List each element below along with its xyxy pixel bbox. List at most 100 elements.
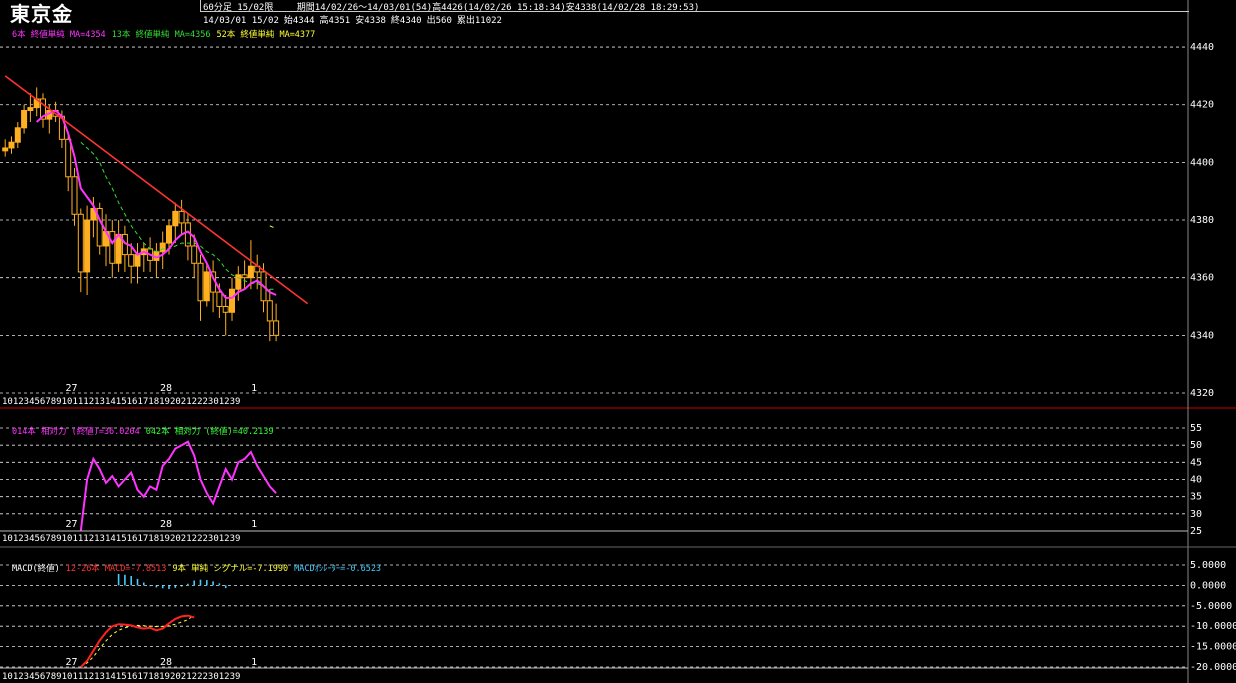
date-label: 28 [160,657,172,668]
candle-body [128,254,135,267]
y-tick-label: 4420 [1190,100,1214,111]
candle-body [115,233,122,264]
y-tick-label: 4360 [1190,273,1214,284]
candle-body [14,127,21,143]
y-tick-label: 35 [1190,492,1202,503]
osc-bar [117,573,120,586]
candle-body [266,300,273,322]
y-tick-label: 5.0000 [1190,560,1226,571]
date-label: 27 [65,657,77,668]
y-tick-label: 4320 [1190,388,1214,399]
osc-bar [155,585,158,588]
candle-body [222,306,229,313]
price-legend: 6本 終値単純 MA=4354 13本 終値単純 MA=4356 52本 終値単純 … [12,28,321,40]
osc-bar [136,578,139,586]
chart-canvas: 4320 4340 4360 4380 4400 4420 4440 25 30 35 40 45 50… [0,0,1236,683]
macd-line-legend: 12-26本 MACD=-7.8513 [65,564,167,574]
osc-bar [218,583,221,586]
y-tick-label: -20.0000 [1190,662,1236,673]
ma52-line [269,225,277,230]
osc-bar [149,585,151,587]
y-tick-label: 45 [1190,457,1202,468]
date-label: 27 [65,519,77,530]
timeframe-label: 60分足 15/02限 [203,3,274,13]
y-tick-label: 25 [1190,526,1202,537]
candle-body [273,320,280,336]
osc-bar [193,580,195,586]
osc-bar [180,585,183,587]
y-tick-label: 4340 [1190,330,1214,341]
candle-body [159,242,166,253]
hour-tick-label: 1012345678910111213141516171819202122230… [2,534,240,544]
signal-line [80,614,195,668]
candle-body [172,210,179,227]
candle-body [178,210,185,224]
macd-legend: MACD(終値) 12-26本 MACD=-7.8513 9本 単純 シグナル=-7… [12,562,387,574]
hour-tick-label: 1012345678910111213141516171819202122230… [2,672,240,682]
candle-body [134,254,141,267]
y-tick-label: 4380 [1190,215,1214,226]
candle-body [229,288,235,313]
cum-volume-value: 累出11022 [456,16,502,26]
y-tick-label: -5.0000 [1190,601,1232,612]
y-tick-label: -15.0000 [1190,642,1236,653]
hour-tick-label: 1012345678910111213141516171819202122230… [2,397,240,407]
ma13-legend: 13本 終値単純 MA=4356 [111,30,211,40]
date-label: 1 [251,519,257,530]
rsi14-line [79,440,277,532]
candle-body [241,274,248,279]
volume-value: 出560 [426,16,452,26]
rsi14-legend: 014本 相対力 (終値)=36.0204 [12,427,140,437]
rsi-legend: 014本 相対力 (終値)=36.0204 042本 相対力 (終値)=40.21… [12,425,280,437]
low-value: 安4338 [355,16,386,26]
osc-bar [174,585,177,588]
y-tick-label: 50 [1190,440,1202,451]
ma13-line [80,141,277,290]
candle-body [247,265,254,279]
date-label: 28 [160,519,172,530]
close-value: 終4340 [390,16,422,26]
osc-bar [124,574,126,586]
candle-body [84,219,91,273]
candle-body [191,245,198,264]
osc-bar [206,580,208,586]
osc-bar [212,581,214,586]
candle-body [21,109,28,129]
open-value: 始4344 [283,16,315,26]
candle-body [203,271,210,302]
candle-body [77,213,84,273]
bar-date: 14/03/01 15/02 [203,16,279,26]
date-label: 1 [251,657,257,668]
instrument-title: 東京金 [10,2,73,26]
y-tick-label: 55 [1190,423,1202,434]
y-tick-label: -10.0000 [1190,621,1236,632]
macd-line [80,614,195,668]
y-tick-label: 0.0000 [1190,580,1226,591]
osc-bar [187,583,189,586]
header-row-1: 60分足 15/02限 期間14/02/26～14/03/01(54)高4426… [203,0,699,13]
osc-legend: MACDｵｼﾚｰﾀｰ=-0.6523 [294,564,382,574]
candle-body [27,107,34,111]
candle-body [2,147,9,152]
date-label: 27 [65,383,77,394]
period-summary: 期間14/02/26～14/03/01(54)高4426(14/02/26 15… [296,3,700,13]
osc-bar [168,585,170,590]
header-row-2: 14/03/01 15/02 始4344 高4351 安4338 終4340 出560 累出… [203,13,507,26]
y-tick-label: 4440 [1190,42,1214,53]
osc-bar [161,585,164,589]
osc-bar [199,579,202,586]
candle-body [65,138,72,178]
y-tick-label: 40 [1190,475,1202,486]
candle-body [216,291,223,308]
candle-body [8,141,15,149]
candle-body [109,231,116,264]
signal-legend: 9本 単純 シグナル=-7.1990 [172,564,289,574]
osc-bar [130,576,132,586]
osc-bar [224,585,227,589]
candle-body [197,262,204,302]
candle-body [166,225,172,244]
macd-title-legend: MACD(終値) [12,564,60,574]
date-label: 1 [251,383,257,394]
candle-body [71,176,78,215]
date-label: 28 [160,383,172,394]
